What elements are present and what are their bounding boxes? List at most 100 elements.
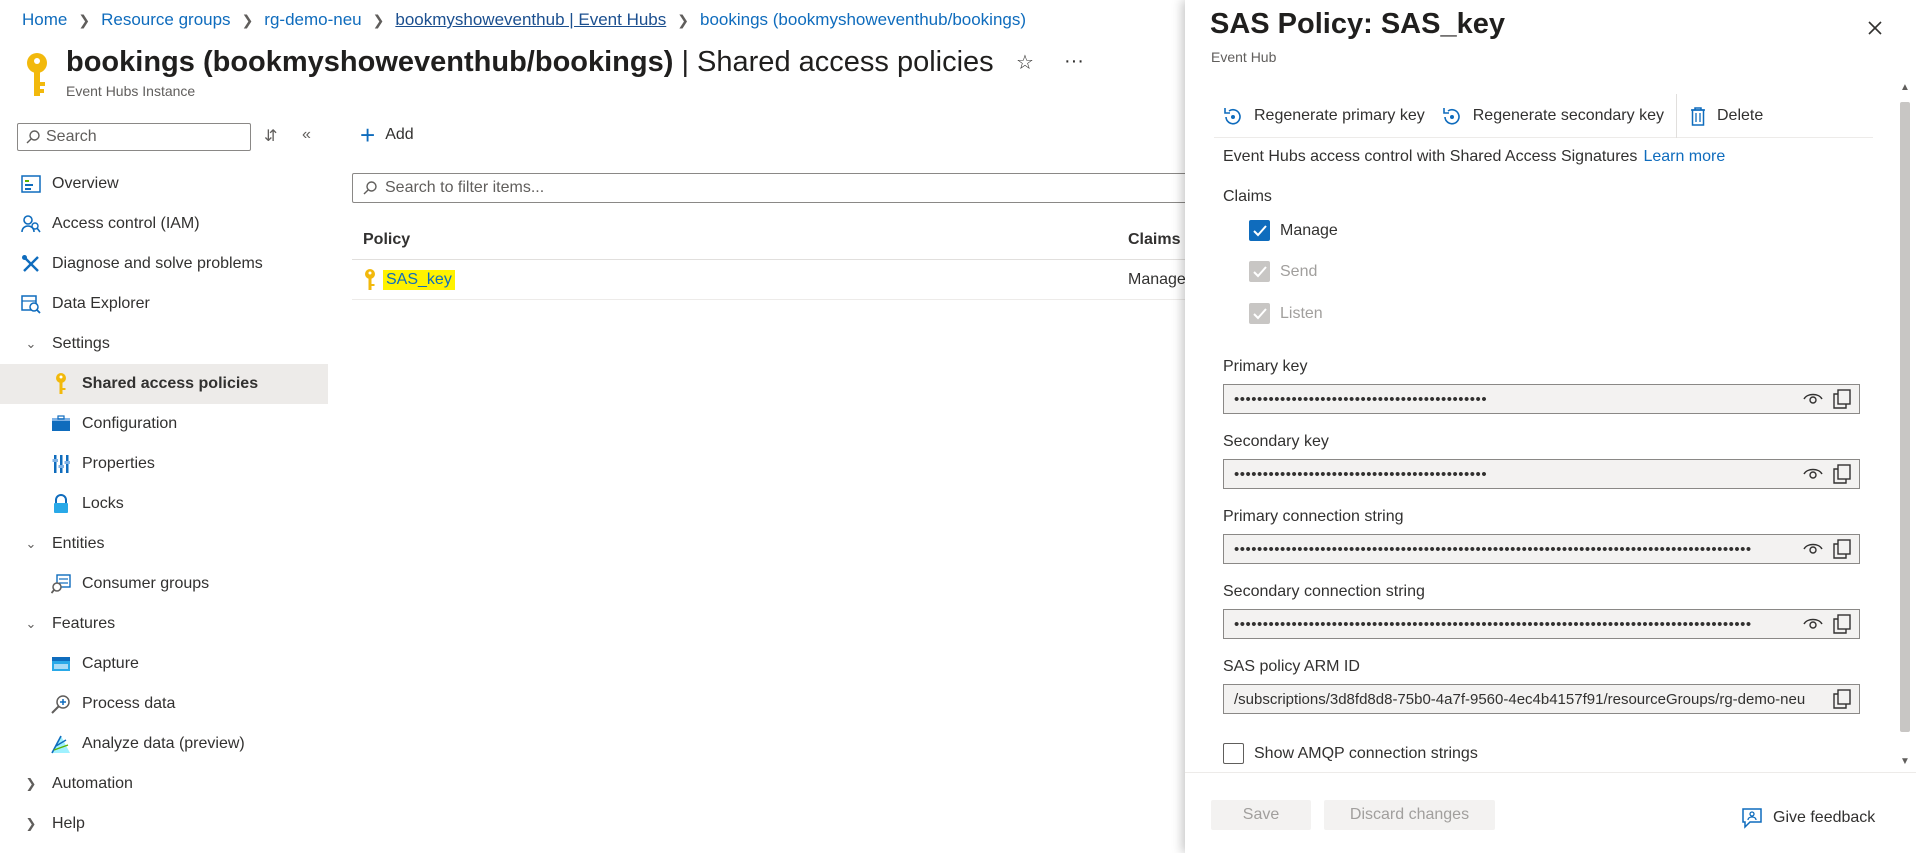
collapse-sidebar-icon[interactable]: « — [302, 126, 311, 144]
sidebar-group-label: Automation — [52, 775, 133, 792]
regenerate-primary-key-button[interactable]: Regenerate primary key — [1214, 94, 1433, 137]
refresh-icon — [1224, 107, 1241, 125]
primary-key-field[interactable]: ••••••••••••••••••••••••••••••••••••••••… — [1223, 384, 1860, 414]
sidebar-group-features[interactable]: ⌄ Features — [0, 604, 328, 644]
page-subtitle: Event Hubs Instance — [66, 83, 196, 99]
regenerate-primary-key-label: Regenerate primary key — [1254, 106, 1425, 124]
chevron-down-icon: ⌄ — [25, 536, 37, 551]
sidebar-item-diagnose[interactable]: Diagnose and solve problems — [0, 244, 328, 284]
eye-icon[interactable] — [1803, 617, 1823, 631]
sidebar-item-overview[interactable]: Overview — [0, 164, 328, 204]
sidebar-item-consumer-groups[interactable]: Consumer groups — [0, 564, 328, 604]
sidebar-item-capture[interactable]: Capture — [0, 644, 328, 684]
consumer-groups-icon — [50, 573, 72, 595]
more-options-button[interactable]: ··· — [1064, 50, 1084, 75]
sidebar-item-label: Diagnose and solve problems — [52, 255, 263, 272]
sidebar-item-properties[interactable]: Properties — [0, 444, 328, 484]
scrollbar-thumb[interactable] — [1900, 102, 1910, 732]
secondary-connection-string-value: ••••••••••••••••••••••••••••••••••••••••… — [1234, 615, 1752, 633]
sidebar-item-label: Locks — [82, 495, 124, 512]
policy-link[interactable]: SAS_key — [383, 269, 455, 290]
breadcrumb-namespace[interactable]: bookmyshoweventhub | Event Hubs — [395, 10, 666, 30]
scroll-up-icon[interactable]: ▲ — [1900, 82, 1910, 93]
chevron-right-icon: ❯ — [78, 11, 91, 28]
add-button[interactable]: Add — [385, 126, 413, 144]
sidebar-search-input[interactable]: Search — [17, 123, 251, 151]
sidebar-group-automation[interactable]: ❯ Automation — [0, 764, 328, 804]
claims-label: Claims — [1223, 188, 1272, 205]
process-data-icon — [50, 693, 72, 715]
arm-id-label: SAS policy ARM ID — [1223, 658, 1360, 675]
breadcrumb-home[interactable]: Home — [22, 10, 67, 30]
sidebar-item-data-explorer[interactable]: Data Explorer — [0, 284, 328, 324]
primary-connection-string-label: Primary connection string — [1223, 508, 1404, 525]
secondary-key-label: Secondary key — [1223, 433, 1329, 450]
lock-icon — [50, 493, 72, 515]
breadcrumb-resource-group[interactable]: rg-demo-neu — [264, 10, 361, 30]
primary-key-value: ••••••••••••••••••••••••••••••••••••••••… — [1234, 390, 1488, 408]
copy-icon[interactable] — [1833, 539, 1851, 559]
column-header-policy[interactable]: Policy — [352, 231, 1128, 249]
sidebar-group-entities[interactable]: ⌄ Entities — [0, 524, 328, 564]
eye-icon[interactable] — [1803, 467, 1823, 481]
sidebar-group-settings[interactable]: ⌄ Settings — [0, 324, 328, 364]
copy-icon[interactable] — [1833, 389, 1851, 409]
secondary-key-field[interactable]: ••••••••••••••••••••••••••••••••••••••••… — [1223, 459, 1860, 489]
breadcrumb-resource-groups[interactable]: Resource groups — [101, 10, 230, 30]
copy-icon[interactable] — [1833, 614, 1851, 634]
sidebar-item-shared-access-policies[interactable]: Shared access policies — [0, 364, 328, 404]
secondary-key-value: ••••••••••••••••••••••••••••••••••••••••… — [1234, 465, 1488, 483]
sidebar-group-label: Help — [52, 815, 85, 832]
primary-connection-string-field[interactable]: ••••••••••••••••••••••••••••••••••••••••… — [1223, 534, 1860, 564]
save-button[interactable]: Save — [1211, 800, 1311, 830]
primary-connection-string-value: ••••••••••••••••••••••••••••••••••••••••… — [1234, 540, 1752, 558]
copy-icon[interactable] — [1833, 464, 1851, 484]
search-icon — [363, 181, 377, 195]
eye-icon[interactable] — [1803, 392, 1823, 406]
panel-scrollbar[interactable]: ▲ ▼ — [1898, 82, 1912, 772]
sidebar-item-iam[interactable]: Access control (IAM) — [0, 204, 328, 244]
data-explorer-icon — [20, 293, 42, 315]
secondary-connection-string-field[interactable]: ••••••••••••••••••••••••••••••••••••••••… — [1223, 609, 1860, 639]
secondary-connection-string-label: Secondary connection string — [1223, 583, 1425, 600]
show-amqp-checkbox[interactable]: Show AMQP connection strings — [1223, 743, 1478, 764]
sidebar-item-analyze-data[interactable]: Analyze data (preview) — [0, 724, 328, 764]
sidebar-group-help[interactable]: ❯ Help — [0, 804, 328, 844]
sidebar-item-label: Properties — [82, 455, 155, 472]
discard-changes-button[interactable]: Discard changes — [1324, 800, 1495, 830]
breadcrumb-event-hub[interactable]: bookings (bookmyshoweventhub/bookings) — [700, 10, 1026, 30]
listen-label: Listen — [1280, 304, 1323, 322]
arm-id-field[interactable]: /subscriptions/3d8fd8d8-75b0-4a7f-9560-4… — [1223, 684, 1860, 714]
table-row[interactable]: SAS_key Manage — [352, 260, 1192, 300]
toolbar-divider — [1675, 93, 1677, 138]
star-icon[interactable]: ☆ — [1016, 50, 1034, 75]
regenerate-secondary-key-label: Regenerate secondary key — [1472, 106, 1664, 124]
scroll-down-icon[interactable]: ▼ — [1900, 756, 1910, 767]
column-header-claims[interactable]: Claims — [1128, 231, 1192, 249]
properties-icon — [50, 453, 72, 475]
filter-input[interactable]: Search to filter items... — [352, 173, 1192, 203]
chevron-down-icon: ⌄ — [25, 616, 37, 631]
sidebar-item-configuration[interactable]: Configuration — [0, 404, 328, 444]
primary-key-label: Primary key — [1223, 358, 1308, 375]
panel-title: SAS Policy: SAS_key — [1210, 8, 1505, 40]
regenerate-secondary-key-button[interactable]: Regenerate secondary key — [1433, 94, 1672, 137]
sidebar-item-process-data[interactable]: Process data — [0, 684, 328, 724]
manage-checkbox[interactable]: Manage — [1249, 220, 1338, 241]
arm-id-value: /subscriptions/3d8fd8d8-75b0-4a7f-9560-4… — [1234, 690, 1806, 708]
give-feedback-button[interactable]: Give feedback — [1741, 807, 1875, 829]
capture-icon — [50, 653, 72, 675]
sidebar-item-label: Data Explorer — [52, 295, 150, 312]
expand-collapse-icon[interactable]: ⇵ — [264, 126, 277, 146]
copy-icon[interactable] — [1833, 689, 1851, 709]
chevron-right-icon: ❯ — [25, 816, 37, 831]
close-icon[interactable] — [1861, 14, 1889, 42]
breadcrumb: Home ❯ Resource groups ❯ rg-demo-neu ❯ b… — [22, 10, 1026, 30]
delete-button[interactable]: Delete — [1681, 94, 1771, 137]
sidebar-group-label: Features — [52, 615, 116, 632]
sidebar-group-label: Entities — [52, 535, 105, 552]
checkmark-icon — [1249, 303, 1270, 324]
sidebar-item-locks[interactable]: Locks — [0, 484, 328, 524]
eye-icon[interactable] — [1803, 542, 1823, 556]
learn-more-link[interactable]: Learn more — [1643, 148, 1725, 165]
